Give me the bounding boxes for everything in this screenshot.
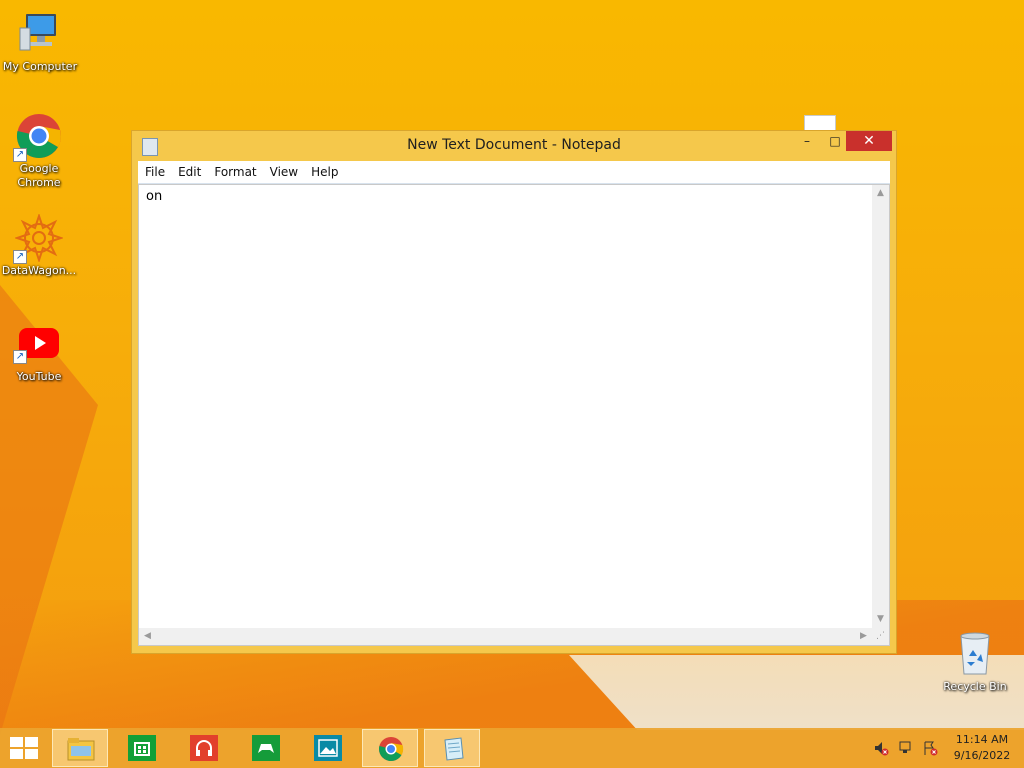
photos-icon bbox=[314, 735, 342, 761]
gamepad-icon bbox=[252, 735, 280, 761]
speaker-muted-icon[interactable] bbox=[873, 740, 889, 759]
resize-grip-icon[interactable]: ⋰ bbox=[872, 628, 889, 645]
desktop-icon-my-computer[interactable]: My Computer bbox=[0, 10, 80, 74]
network-icon[interactable] bbox=[898, 740, 914, 759]
desktop-icon-label: YouTube bbox=[16, 370, 62, 383]
taskbar-file-explorer[interactable] bbox=[52, 729, 108, 767]
recycle-bin-icon bbox=[951, 630, 999, 678]
scroll-left-icon[interactable]: ◀ bbox=[139, 628, 156, 645]
close-button[interactable]: ✕ bbox=[846, 131, 892, 151]
computer-icon bbox=[16, 10, 64, 58]
desktop-icon-label: Google Chrome bbox=[17, 162, 61, 189]
desktop-icon-youtube[interactable]: ↗ YouTube bbox=[0, 322, 79, 384]
maximize-button[interactable]: □ bbox=[822, 131, 848, 151]
action-center-flag-icon[interactable] bbox=[922, 740, 938, 759]
taskbar-photos[interactable] bbox=[300, 729, 356, 767]
clock-date: 9/16/2022 bbox=[953, 749, 1011, 762]
desktop-icon-label: My Computer bbox=[2, 60, 78, 73]
horizontal-scrollbar[interactable]: ◀ ▶ bbox=[139, 628, 872, 645]
menu-help[interactable]: Help bbox=[304, 161, 344, 179]
clock-time: 11:14 AM bbox=[955, 733, 1009, 746]
text-editor[interactable]: on ▲ ▼ ◀ ▶ ⋰ bbox=[138, 184, 890, 646]
desktop-icon-label: DataWagon... bbox=[1, 264, 77, 277]
scroll-right-icon[interactable]: ▶ bbox=[855, 628, 872, 645]
window-title: New Text Document - Notepad bbox=[407, 137, 621, 153]
taskbar-games[interactable] bbox=[238, 729, 294, 767]
datawagon-icon: ↗ bbox=[13, 212, 65, 264]
taskbar-music[interactable] bbox=[176, 729, 232, 767]
desktop-icon-google-chrome[interactable]: ↗ Google Chrome bbox=[0, 112, 79, 190]
folder-icon bbox=[67, 736, 95, 762]
menu-file[interactable]: File bbox=[138, 161, 171, 179]
window-titlebar[interactable]: New Text Document - Notepad – □ ✕ bbox=[132, 131, 896, 161]
scroll-down-icon[interactable]: ▼ bbox=[872, 611, 889, 628]
menu-edit[interactable]: Edit bbox=[171, 161, 207, 179]
taskbar-store[interactable] bbox=[114, 729, 170, 767]
youtube-icon: ↗ bbox=[13, 322, 63, 370]
notepad-icon bbox=[439, 736, 467, 762]
shortcut-arrow-icon: ↗ bbox=[13, 250, 27, 264]
menu-view[interactable]: View bbox=[263, 161, 304, 179]
desktop-icon-label: Recycle Bin bbox=[943, 680, 1007, 693]
taskbar-notepad[interactable] bbox=[424, 729, 480, 767]
menu-format[interactable]: Format bbox=[207, 161, 262, 179]
scroll-up-icon[interactable]: ▲ bbox=[872, 185, 889, 202]
windows-logo-icon bbox=[10, 737, 23, 747]
shortcut-arrow-icon: ↗ bbox=[13, 350, 27, 364]
desktop-icon-datawagon[interactable]: ↗ DataWagon... bbox=[0, 212, 79, 278]
chrome-icon: ↗ bbox=[13, 112, 63, 162]
menu-bar: File Edit Format View Help bbox=[138, 161, 890, 184]
editor-content[interactable]: on bbox=[146, 189, 162, 204]
start-button[interactable] bbox=[10, 737, 40, 759]
taskbar-google-chrome[interactable] bbox=[362, 729, 418, 767]
headphones-icon bbox=[190, 735, 218, 761]
notepad-window: New Text Document - Notepad – □ ✕ File Ed… bbox=[131, 130, 897, 654]
shortcut-arrow-icon: ↗ bbox=[13, 148, 27, 162]
minimize-button[interactable]: – bbox=[794, 131, 820, 151]
vertical-scrollbar[interactable]: ▲ ▼ bbox=[872, 185, 889, 628]
taskbar: 11:14 AM 9/16/2022 bbox=[0, 728, 1024, 768]
chrome-icon bbox=[377, 736, 405, 762]
store-icon bbox=[128, 735, 156, 761]
desktop-icon-recycle-bin[interactable]: Recycle Bin bbox=[935, 630, 1015, 694]
taskbar-clock[interactable]: 11:14 AM 9/16/2022 bbox=[948, 732, 1016, 764]
